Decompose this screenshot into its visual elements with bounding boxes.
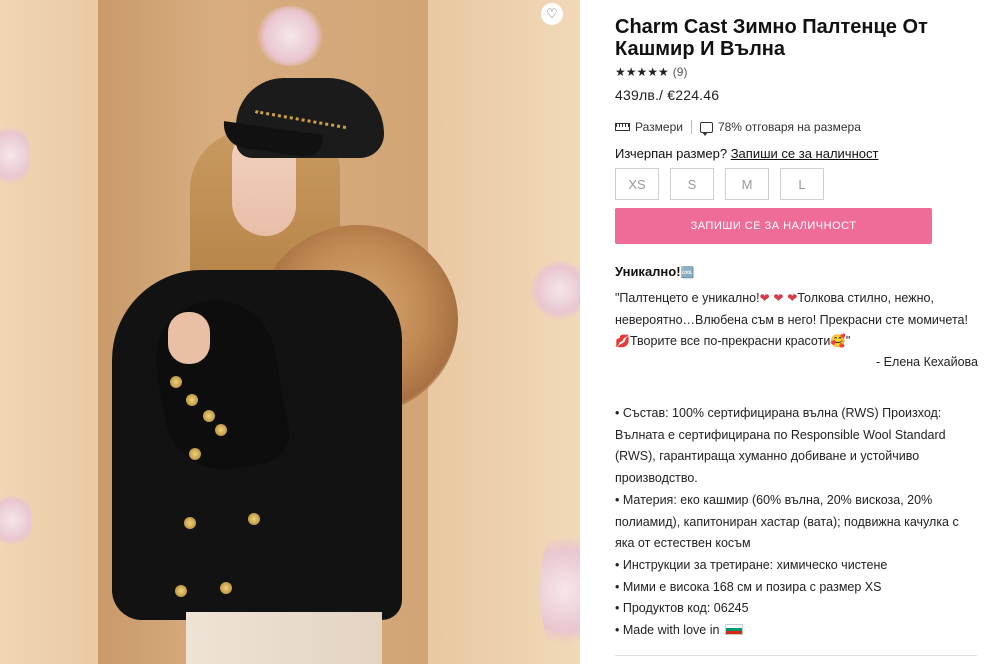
coat-button (186, 394, 198, 406)
ruler-icon (615, 123, 630, 131)
quote-text: Творите все по-прекрасни красоти (629, 334, 831, 348)
quote-text: " (845, 334, 851, 348)
cool-icon: 🆒 (680, 266, 695, 279)
spec-item: • Състав: 100% сертифицирана вълна (RWS)… (615, 406, 946, 486)
chat-icon (699, 121, 713, 136)
quote-author: - Елена Кехайова (876, 355, 978, 369)
flower-decoration (540, 520, 580, 660)
spec-item: • Made with love in (615, 623, 720, 638)
flower-decoration (0, 490, 32, 550)
heart-outline-icon: ♡ (546, 6, 558, 22)
description-heading: Уникално!🆒 (615, 264, 694, 279)
model-pants (186, 612, 382, 664)
coat-button (220, 582, 232, 594)
size-meta: Размери 78% отговаря на размера (615, 120, 861, 136)
heading-text: Уникално! (615, 264, 681, 279)
spec-item-origin: • Made with love in (615, 620, 980, 642)
product-image[interactable]: ♡ (0, 0, 580, 664)
size-option-m[interactable]: M (725, 168, 769, 200)
size-option-s[interactable]: S (670, 168, 714, 200)
divider (690, 120, 692, 134)
size-guide-link[interactable]: Размери (635, 120, 683, 134)
star-rating-icon: ★★★★★ (615, 65, 669, 79)
product-title: Charm Cast Зимно Палтенце От Кашмир И Въ… (615, 16, 928, 60)
review-count[interactable]: (9) (673, 65, 688, 79)
size-selector: XS S M L (615, 168, 824, 200)
spec-item: • Материя: еко кашмир (60% вълна, 20% ви… (615, 492, 959, 551)
out-of-stock-row: Изчерпан размер? Запиши се за наличност (615, 146, 878, 161)
bulgaria-flag-icon (725, 624, 744, 636)
spec-item: • Мими е висока 168 см и позира с размер… (615, 579, 882, 594)
size-option-l[interactable]: L (780, 168, 824, 200)
flower-decoration (255, 6, 325, 66)
coat-button (215, 424, 227, 436)
heart-icon: ❤ ❤ ❤ (759, 291, 798, 305)
product-details: Charm Cast Зимно Палтенце От Кашмир И Въ… (615, 0, 990, 664)
size-option-xs[interactable]: XS (615, 168, 659, 200)
notify-stock-button[interactable]: ЗАПИШИ СЕ ЗА НАЛИЧНОСТ (615, 208, 932, 244)
flower-decoration (0, 120, 30, 190)
wishlist-button[interactable]: ♡ (541, 3, 563, 25)
spec-item: • Продуктов код: 06245 (615, 601, 749, 616)
model-hand (168, 312, 210, 364)
coat-button (203, 410, 215, 422)
notify-link[interactable]: Запиши се за наличност (731, 146, 879, 161)
smile-icon: 🥰 (830, 334, 846, 348)
coat-button (175, 585, 187, 597)
fit-info: 78% отговаря на размера (717, 120, 861, 134)
coat-button (248, 513, 260, 525)
flower-decoration (530, 260, 580, 320)
product-price: 439лв./ €224.46 (615, 87, 720, 103)
product-specs: • Състав: 100% сертифицирана вълна (RWS)… (615, 403, 980, 642)
spec-item: • Инструкции за третиране: химическо чис… (615, 557, 888, 572)
out-of-stock-label: Изчерпан размер? (615, 146, 728, 161)
kiss-icon: 💋 (615, 334, 630, 348)
quote-text: "Палтенцето е уникално! (615, 291, 760, 305)
coat-button (184, 517, 196, 529)
product-rating[interactable]: ★★★★★ (9) (615, 65, 687, 79)
coat-button (189, 448, 201, 460)
section-divider (615, 655, 977, 656)
customer-quote: "Палтенцето е уникално!❤ ❤ ❤Толкова стил… (615, 288, 980, 353)
coat-button (170, 376, 182, 388)
